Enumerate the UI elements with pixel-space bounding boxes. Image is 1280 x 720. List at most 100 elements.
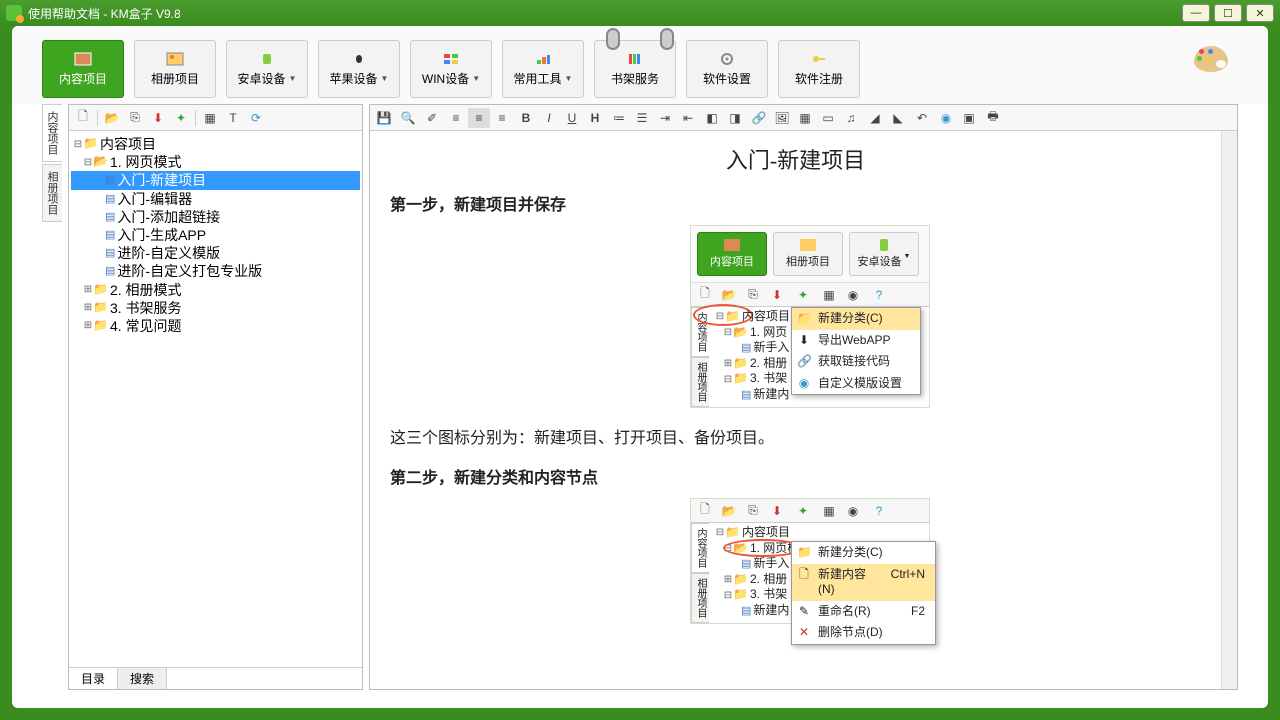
content-tree[interactable]: ⊟📁内容项目 ⊟📂1. 网页模式 ▤入门-新建项目 ▤入门-编辑器 ▤入门-添加… <box>69 131 362 667</box>
theme-palette-icon[interactable] <box>1194 46 1238 84</box>
tree-leaf-selected[interactable]: ▤入门-新建项目 <box>71 171 360 189</box>
print-icon[interactable]: 🖶 <box>982 108 1004 128</box>
close-button[interactable]: ✕ <box>1246 4 1274 22</box>
screenshot-2: 🗋📂⎘⬇✦▦◉? 内容项目相册项目 ⊟📁内容项目 ⊟📂1. 网页模式 ▤新手入 … <box>690 498 930 624</box>
ribbon-android[interactable]: 安卓设备▼ <box>226 40 308 98</box>
doc-icon: ▤ <box>105 264 115 278</box>
preview-icon[interactable]: ▣ <box>958 108 980 128</box>
indent-icon[interactable]: ⇥ <box>654 108 676 128</box>
table-icon[interactable]: ▦ <box>794 108 816 128</box>
image-icon[interactable]: 🖼 <box>771 108 793 128</box>
binder-rings <box>606 28 674 50</box>
main-frame: 内容项目 相册项目 安卓设备▼ 苹果设备▼ WIN设备▼ 常用工具▼ 书架服务 … <box>12 26 1268 708</box>
mini-ribbon-android: 安卓设备▼ <box>849 232 919 276</box>
ribbon-win[interactable]: WIN设备▼ <box>410 40 492 98</box>
color2-icon[interactable]: ◣ <box>887 108 909 128</box>
menu-rename: ✎重命名(R)F2 <box>792 601 935 623</box>
add-icon[interactable]: ✦ <box>170 108 192 128</box>
editor-content[interactable]: 入门-新建项目 第一步，新建项目并保存 内容项目 相册项目 安卓设备▼ 🗋📂⎘⬇… <box>370 131 1221 689</box>
tree-leaf[interactable]: ▤入门-编辑器 <box>71 190 360 208</box>
tree-leaf[interactable]: ▤进阶-自定义打包专业版 <box>71 262 360 280</box>
align-center-icon[interactable]: ≡ <box>468 108 490 128</box>
editor-scrollbar[interactable] <box>1221 131 1237 689</box>
apple-icon <box>350 52 368 66</box>
bold-icon[interactable]: B <box>515 108 537 128</box>
search-icon[interactable]: 🔍 <box>397 108 419 128</box>
browser-icon[interactable]: ◉ <box>935 108 957 128</box>
save-icon[interactable]: 💾 <box>373 108 395 128</box>
folder-icon: 📁 <box>93 318 108 334</box>
tag1-icon[interactable]: ◧ <box>701 108 723 128</box>
align-left-icon[interactable]: ≡ <box>445 108 467 128</box>
outdent-icon[interactable]: ⇤ <box>677 108 699 128</box>
ribbon-register[interactable]: 软件注册 <box>778 40 860 98</box>
ribbon-apple[interactable]: 苹果设备▼ <box>318 40 400 98</box>
context-menu-1: 📁新建分类(C) ⬇导出WebAPP 🔗获取链接代码 ◉自定义模版设置 <box>791 307 921 395</box>
tree-panel: 🗋 📂 ⎘ ⬇ ✦ ▦ T ⟳ ⊟📁内容项目 ⊟📂1. 网页模式 ▤入门-新建项… <box>68 104 363 690</box>
tree-node-3[interactable]: ⊞📁3. 书架服务 <box>71 299 360 317</box>
tree-leaf[interactable]: ▤入门-生成APP <box>71 226 360 244</box>
window-buttons: — ☐ ✕ <box>1182 4 1274 22</box>
undo-icon[interactable]: ↶ <box>911 108 933 128</box>
menu-export-webapp: ⬇导出WebAPP <box>792 330 920 352</box>
menu-new-category: 📁新建分类(C) <box>792 308 920 330</box>
folder-open-icon: 📂 <box>93 154 108 170</box>
ribbon-tools[interactable]: 常用工具▼ <box>502 40 584 98</box>
menu-new-category: 📁新建分类(C) <box>792 542 935 564</box>
list-ol-icon[interactable]: ≔ <box>608 108 630 128</box>
menu-template-settings: ◉自定义模版设置 <box>792 373 920 395</box>
underline-icon[interactable]: U <box>561 108 583 128</box>
tab-search[interactable]: 搜索 <box>118 668 167 689</box>
link-icon[interactable]: 🔗 <box>748 108 770 128</box>
new-icon[interactable]: 🗋 <box>72 108 94 128</box>
tools-icon <box>534 52 552 66</box>
clear-icon[interactable]: ✐ <box>421 108 443 128</box>
ribbon-settings[interactable]: 软件设置 <box>686 40 768 98</box>
tree-node-4[interactable]: ⊞📁4. 常见问题 <box>71 317 360 335</box>
mini-ribbon-content: 内容项目 <box>697 232 767 276</box>
sidetab-content[interactable]: 内容项目 <box>42 104 62 162</box>
books-icon <box>626 52 644 66</box>
tree-bottom-tabs: 目录 搜索 <box>69 667 362 689</box>
folder-icon: 📁 <box>93 300 108 316</box>
app-logo-icon <box>6 5 22 21</box>
key-icon <box>810 52 828 66</box>
left-side-tabs: 内容项目 相册项目 <box>42 104 62 690</box>
list-ul-icon[interactable]: ☰ <box>631 108 653 128</box>
menu-delete: ✕删除节点(D) <box>792 622 935 644</box>
doc-icon: ▤ <box>105 192 115 206</box>
tab-toc[interactable]: 目录 <box>69 668 118 689</box>
audio-icon[interactable]: ♫ <box>840 108 862 128</box>
copy-icon[interactable]: ⎘ <box>124 108 146 128</box>
align-right-icon[interactable]: ≡ <box>491 108 513 128</box>
refresh-icon[interactable]: ⟳ <box>245 108 267 128</box>
tag2-icon[interactable]: ◨ <box>724 108 746 128</box>
tree-node-1[interactable]: ⊟📂1. 网页模式 <box>71 153 360 171</box>
doc-icon: ▤ <box>105 210 115 224</box>
heading-icon[interactable]: H <box>584 108 606 128</box>
tree-leaf[interactable]: ▤进阶-自定义模版 <box>71 244 360 262</box>
grid-icon[interactable]: ▦ <box>199 108 221 128</box>
video-icon[interactable]: ▭ <box>817 108 839 128</box>
tree-root[interactable]: ⊟📁内容项目 <box>71 135 360 153</box>
page-title: 入门-新建项目 <box>390 143 1201 175</box>
tree-toolbar: 🗋 📂 ⎘ ⬇ ✦ ▦ T ⟳ <box>69 105 362 131</box>
window-title: 使用帮助文档 - KM盒子 V9.8 <box>28 5 181 22</box>
image-icon <box>166 52 184 66</box>
export-icon[interactable]: ⬇ <box>147 108 169 128</box>
caret-down-icon: ▼ <box>472 74 480 83</box>
maximize-button[interactable]: ☐ <box>1214 4 1242 22</box>
italic-icon[interactable]: I <box>538 108 560 128</box>
text-icon[interactable]: T <box>222 108 244 128</box>
ribbon-content-project[interactable]: 内容项目 <box>42 40 124 98</box>
color1-icon[interactable]: ◢ <box>864 108 886 128</box>
caret-down-icon: ▼ <box>289 74 297 83</box>
menu-get-link: 🔗获取链接代码 <box>792 351 920 373</box>
tree-node-2[interactable]: ⊞📁2. 相册模式 <box>71 281 360 299</box>
open-icon[interactable]: 📂 <box>101 108 123 128</box>
tree-leaf[interactable]: ▤入门-添加超链接 <box>71 208 360 226</box>
ribbon-album-project[interactable]: 相册项目 <box>134 40 216 98</box>
sidetab-album[interactable]: 相册项目 <box>42 164 62 222</box>
minimize-button[interactable]: — <box>1182 4 1210 22</box>
doc-icon: ▤ <box>105 246 115 260</box>
